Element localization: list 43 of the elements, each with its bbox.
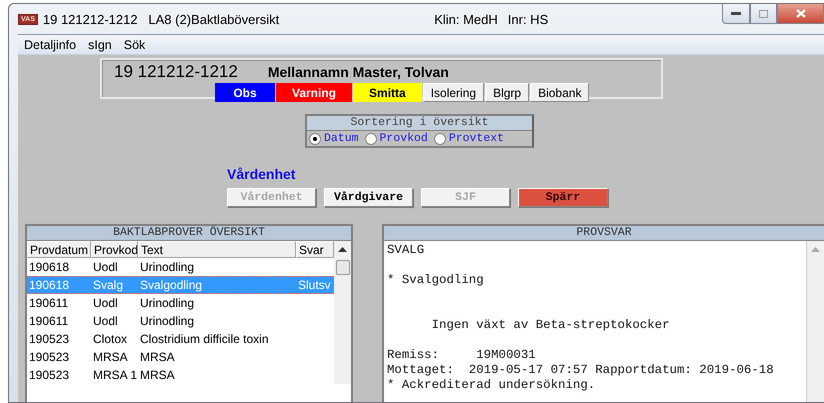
panel-title: PROVSVAR (384, 226, 824, 241)
menu-item[interactable]: Sök (118, 38, 152, 52)
flag-button[interactable]: Blgrp (485, 83, 530, 102)
result-text: SVALG * Svalgodling Ingen växt av Beta-streptokocker Remiss: 19M00031 Mottaget: 2019-05-17 07:57 Rapportdatum: 2019-06-18 * Ackrediterad undersökning. (386, 242, 775, 394)
column-header[interactable]: Provkod (91, 241, 138, 258)
clinic-label: Klin: MedH (434, 12, 498, 26)
flag-button[interactable]: Isolering (422, 83, 484, 102)
flag-button[interactable]: Biobank (530, 83, 590, 102)
radio-label: Provkod (380, 132, 428, 145)
scrollbar-thumb[interactable] (336, 260, 350, 275)
column-header[interactable]: Svar (296, 241, 334, 258)
maximize-icon (759, 10, 768, 18)
close-button[interactable] (777, 4, 824, 24)
radio-label: Provtext (448, 132, 504, 145)
flag-button[interactable]: Obs (215, 83, 275, 102)
flag-button[interactable]: Smitta (353, 83, 422, 102)
sort-radio[interactable]: Datum (309, 132, 359, 145)
menu-item[interactable]: sIgn (82, 38, 118, 52)
care-unit-heading: Vårdenhet (227, 166, 296, 182)
close-icon (796, 9, 806, 18)
minimize-icon (731, 12, 741, 16)
sort-radio[interactable]: Provtext (434, 132, 504, 145)
action-button[interactable]: Spärr (518, 188, 608, 207)
action-button[interactable]: Vårdgivare (324, 188, 413, 207)
patient-id: 19 121212-1212 (114, 62, 238, 82)
radio-icon[interactable] (364, 132, 377, 144)
unit-label: Inr: HS (508, 12, 548, 26)
sort-radio[interactable]: Provkod (364, 132, 428, 145)
menu-item[interactable]: Detaljinfo (18, 38, 82, 52)
scroll-up-icon[interactable] (338, 247, 347, 252)
flag-button[interactable]: Varning (276, 83, 352, 102)
sorting-title: Sortering i översikt (307, 116, 532, 131)
panel-title: BAKTLABPROVER ÖVERSIKT (27, 226, 351, 241)
column-header[interactable]: Provdatum (27, 241, 91, 258)
radio-icon[interactable] (309, 132, 321, 144)
radio-label: Datum (324, 132, 359, 145)
patient-name: Mellannamn Master, Tolvan (268, 64, 449, 80)
column-header[interactable]: Text (138, 241, 296, 258)
radio-icon[interactable] (434, 132, 446, 144)
minimize-button[interactable] (722, 4, 750, 24)
window-title: 19 121212-1212 LA8 (2)Baktlaböversikt (42, 12, 280, 26)
scrollbar[interactable] (806, 241, 824, 402)
scrollbar[interactable] (334, 241, 351, 384)
